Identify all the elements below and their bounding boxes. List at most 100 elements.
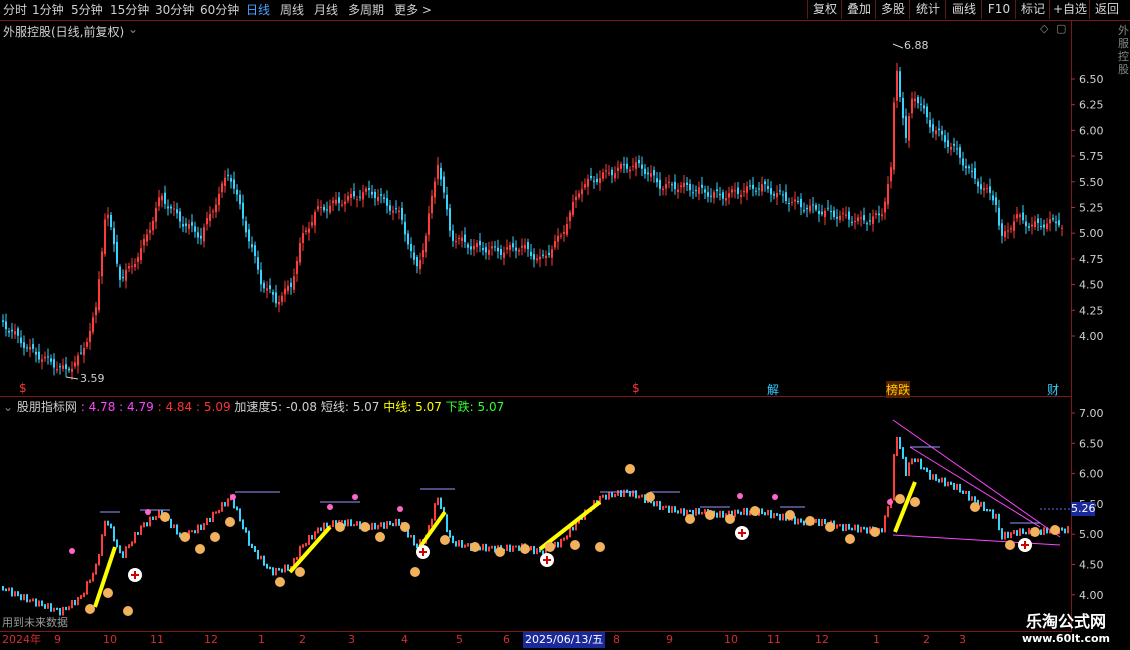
indicator-bar (1007, 531, 1009, 539)
candle-body (359, 196, 361, 198)
candle-body (335, 199, 337, 204)
candle-body (392, 210, 394, 213)
candle-body (746, 186, 748, 193)
indicator-bar (1022, 528, 1024, 534)
candle-body (1040, 225, 1042, 227)
period-tab-1min[interactable]: 1分钟 (32, 1, 64, 19)
candle-body (371, 191, 373, 195)
candle-body (1043, 224, 1045, 228)
candle-body (515, 247, 517, 251)
hand-pointer-icon (85, 604, 95, 614)
period-tab-tick[interactable]: 分时 (3, 1, 27, 19)
candle-body (491, 246, 493, 249)
hand-pointer-icon (705, 510, 715, 520)
indicator-bar (275, 567, 277, 576)
event-marker-toplist[interactable]: 榜跌 (886, 381, 911, 398)
statistics-button[interactable]: 统计 (909, 0, 946, 19)
candle-body (716, 189, 718, 192)
trend-segment (893, 481, 917, 533)
hand-pointer-icon (685, 514, 695, 524)
candle-body (494, 246, 496, 248)
indicator-bar (623, 489, 625, 497)
candle-body (170, 206, 172, 209)
period-tab-daily[interactable]: 日线 (246, 1, 270, 19)
candle-body (941, 130, 943, 135)
period-tab-multi[interactable]: 多周期 (348, 1, 384, 19)
indicator-bar (776, 513, 778, 516)
adjust-button[interactable]: 复权 (807, 0, 842, 19)
main-kline-panel[interactable]: 外服控股(日线,前复权) ⌄ ◇ ▢ 6.88 3.59 $ $ 解 榜跌 财 (0, 21, 1072, 398)
candle-body (977, 181, 979, 187)
indicator-bar (104, 520, 106, 537)
period-tab-15min[interactable]: 15分钟 (110, 1, 149, 19)
indicator-bar (962, 490, 964, 494)
candle-body (311, 222, 313, 226)
indicator-bar (782, 513, 784, 521)
indicator-bar (695, 508, 697, 516)
indicator-bar (968, 490, 970, 501)
event-marker-finance[interactable]: 财 (1047, 381, 1059, 398)
indicator-panel[interactable]: ⌄ 股朋指标网 : 4.78 : 4.79 : 4.84 : 5.09 加速度5… (0, 397, 1072, 632)
indicator-bar (50, 603, 52, 612)
indicator-bar (308, 535, 310, 545)
period-tab-more[interactable]: 更多 > (394, 1, 432, 19)
indicator-bar (257, 550, 259, 560)
indicator-bar (173, 524, 175, 529)
date-month-label: 1 (258, 633, 265, 646)
period-tab-monthly[interactable]: 月线 (314, 1, 338, 19)
period-tab-60min[interactable]: 60分钟 (200, 1, 239, 19)
indicator-bar (347, 519, 349, 527)
candle-body (362, 192, 364, 200)
indicator-bar (392, 523, 394, 527)
candle-body (233, 179, 235, 189)
candlestick-chart (2, 43, 1063, 380)
indicator-bar (884, 515, 886, 533)
indicator-bar (797, 518, 799, 525)
candle-body (962, 158, 964, 166)
indicator-bar (533, 545, 535, 555)
candle-body (437, 164, 439, 180)
candle-body (302, 233, 304, 243)
candle-body (1022, 212, 1024, 221)
candle-body (53, 359, 55, 368)
indicator-bar (461, 540, 463, 548)
candle-body (782, 194, 784, 196)
indicator-bar (125, 546, 127, 558)
candle-body (65, 364, 67, 369)
candle-body (506, 247, 508, 250)
mark-button[interactable]: 标记 (1015, 0, 1050, 19)
draw-line-button[interactable]: 画线 (945, 0, 982, 19)
candle-body (155, 208, 157, 222)
candle-body (863, 215, 865, 221)
event-marker-dividend-1[interactable]: $ (19, 381, 27, 395)
candle-body (296, 261, 298, 275)
axis-tick-label: 5.50 (1079, 176, 1104, 189)
indicator-bar (287, 564, 289, 571)
multi-stock-button[interactable]: 多股 (875, 0, 910, 19)
candle-body (809, 205, 811, 212)
candle-body (1037, 218, 1039, 224)
candle-body (623, 164, 625, 166)
indicator-bar (482, 543, 484, 551)
candle-body (533, 254, 535, 260)
indicator-bar (839, 524, 841, 527)
indicator-bar (323, 522, 325, 531)
period-tab-30min[interactable]: 30分钟 (155, 1, 194, 19)
indicator-bar (134, 532, 136, 544)
candle-body (380, 194, 382, 196)
candle-body (89, 330, 91, 342)
indicator-chart (2, 419, 1071, 616)
candle-body (512, 243, 514, 248)
f10-button[interactable]: F10 (981, 0, 1016, 19)
candle-body (893, 102, 895, 170)
period-tab-weekly[interactable]: 周线 (280, 1, 304, 19)
indicator-bar (65, 606, 67, 611)
period-tab-5min[interactable]: 5分钟 (71, 1, 103, 19)
indicator-bar (986, 508, 988, 512)
candle-body (284, 288, 286, 295)
candle-body (677, 189, 679, 193)
candle-body (125, 269, 127, 281)
overlay-button[interactable]: 叠加 (841, 0, 876, 19)
event-marker-unlock[interactable]: 解 (767, 381, 779, 398)
event-marker-dividend-2[interactable]: $ (632, 381, 640, 395)
